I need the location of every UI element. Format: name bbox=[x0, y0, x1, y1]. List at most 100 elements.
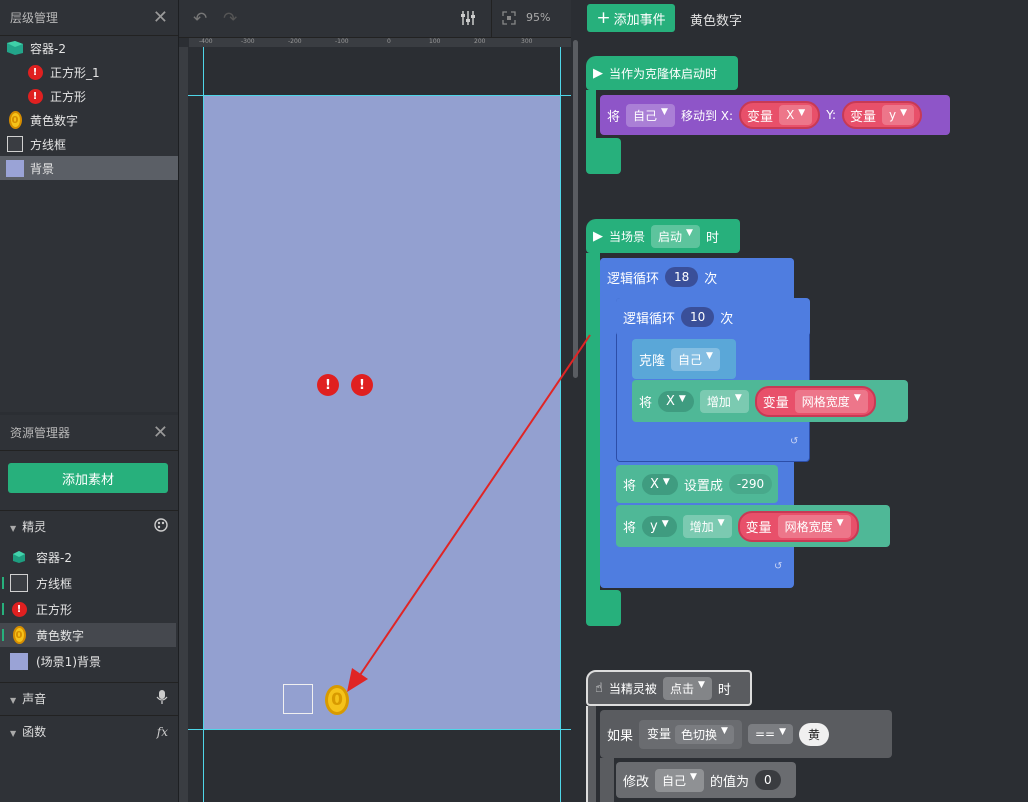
function-section[interactable]: ▼ 函数 fx bbox=[0, 715, 178, 747]
repeat-10-block[interactable]: 逻辑循环 10 次 bbox=[616, 298, 810, 336]
op-dropdown[interactable]: 增加 ▼ bbox=[682, 514, 732, 538]
layer-item-label: 容器-2 bbox=[30, 41, 66, 56]
compare-op-dropdown[interactable]: == ▼ bbox=[747, 724, 793, 744]
increase-x-block[interactable]: 将 X ▼ 增加 ▼ 变量 网格宽度 ▼ bbox=[632, 380, 908, 422]
target-dropdown[interactable]: 自己 ▼ bbox=[626, 103, 675, 127]
expand-triangle-icon: ▼ bbox=[10, 696, 17, 705]
if-block[interactable]: 如果 变量 色切换 ▼ == ▼ 黄 bbox=[600, 710, 892, 758]
add-asset-button[interactable]: 添加素材 bbox=[8, 463, 168, 493]
block-text: 变量 bbox=[647, 726, 672, 741]
dropdown-value: 网格宽度 bbox=[784, 519, 833, 534]
layer-panel-title: 层级管理 bbox=[10, 11, 59, 25]
dropdown-value: 色切换 bbox=[681, 727, 718, 742]
repeat-18-block[interactable]: 逻辑循环 18 次 bbox=[600, 258, 794, 296]
fx-icon[interactable]: fx bbox=[157, 725, 168, 739]
target-dropdown[interactable]: 自己 ▼ bbox=[655, 768, 704, 792]
sprite-clicked-hat[interactable]: ☝ 当精灵被 点击 ▼ 时 bbox=[586, 670, 752, 706]
sprite-item-container[interactable]: 容器-2 bbox=[0, 545, 176, 569]
settings-sliders-icon[interactable] bbox=[460, 10, 476, 29]
scene-event-dropdown[interactable]: 启动 ▼ bbox=[651, 224, 700, 248]
yellow-number-sprite[interactable]: 0 bbox=[325, 685, 349, 715]
var-dropdown[interactable]: X ▼ bbox=[642, 473, 678, 495]
undo-icon[interactable]: ↶ bbox=[193, 9, 207, 29]
move-to-block[interactable]: 将 自己 ▼ 移动到 X: 变量 X ▼ Y: 变量 y ▼ bbox=[600, 95, 950, 135]
sprite-item-background[interactable]: (场景1)背景 bbox=[0, 649, 176, 673]
dropdown-value: y bbox=[889, 108, 897, 122]
layer-item-square1[interactable]: ! 正方形_1 bbox=[0, 60, 178, 84]
var-dropdown[interactable]: 网格宽度 ▼ bbox=[777, 514, 851, 538]
sprite-item-label: 方线框 bbox=[36, 576, 73, 591]
clone-start-hat[interactable]: ▶ 当作为克隆体启动时 bbox=[586, 56, 738, 90]
close-icon[interactable]: ✕ bbox=[153, 423, 168, 442]
layer-item-container[interactable]: 容器-2 bbox=[0, 36, 178, 60]
dropdown-value: 自己 bbox=[662, 773, 687, 788]
op-dropdown[interactable]: 增加 ▼ bbox=[699, 389, 749, 413]
sprites-section[interactable]: ▼ 精灵 bbox=[0, 510, 178, 542]
condition-reporter[interactable]: 变量 色切换 ▼ bbox=[639, 719, 742, 749]
layer-item-square[interactable]: ! 正方形 bbox=[0, 84, 178, 108]
redo-icon[interactable]: ↷ bbox=[223, 9, 237, 29]
variable-y-reporter[interactable]: 变量 y ▼ bbox=[842, 101, 923, 129]
microphone-icon[interactable] bbox=[156, 689, 168, 708]
scene-start-hat[interactable]: ▶ 当场景 启动 ▼ 时 bbox=[586, 219, 740, 253]
block-text: 变量 bbox=[747, 109, 774, 125]
stage-background[interactable] bbox=[204, 96, 560, 729]
plus-icon: + bbox=[596, 8, 611, 28]
dropdown-value: y bbox=[650, 518, 658, 534]
block-text: 将 bbox=[623, 520, 637, 536]
block-text: Y: bbox=[826, 108, 836, 122]
add-event-label: 添加事件 bbox=[613, 12, 666, 28]
repeat-count[interactable]: 18 bbox=[665, 267, 699, 287]
set-x-block[interactable]: 将 X ▼ 设置成 -290 bbox=[616, 465, 778, 503]
var-dropdown[interactable]: X ▼ bbox=[658, 390, 694, 412]
block-text: 逻辑循环 bbox=[607, 271, 660, 287]
object-name: 黄色数字 bbox=[690, 14, 743, 29]
square-sprite[interactable]: ! bbox=[351, 374, 373, 396]
click-event-dropdown[interactable]: 点击 ▼ bbox=[662, 676, 712, 700]
ruler-tick: 0 bbox=[387, 38, 391, 45]
sound-section[interactable]: ▼ 声音 bbox=[0, 682, 178, 714]
hat-label: 当作为克隆体启动时 bbox=[609, 66, 718, 81]
coin-icon: 0 bbox=[6, 111, 24, 129]
ruler-tick: -100 bbox=[335, 38, 349, 45]
clone-block[interactable]: 克隆 自己 ▼ bbox=[632, 339, 736, 379]
expand-triangle-icon: ▼ bbox=[10, 729, 17, 738]
frame-sprite[interactable] bbox=[283, 684, 313, 714]
value-input[interactable]: 0 bbox=[754, 770, 781, 790]
block-text: 将 bbox=[623, 478, 637, 494]
container-icon bbox=[6, 39, 24, 57]
resource-panel: 资源管理器 ✕ 添加素材 ▼ 精灵 容器-2 方线框 ! 正方形 0 黄色数字 (… bbox=[0, 415, 178, 802]
ruler-tick: 200 bbox=[474, 38, 486, 45]
palette-icon[interactable] bbox=[154, 518, 168, 535]
variable-reporter[interactable]: 变量 网格宽度 ▼ bbox=[737, 510, 859, 542]
red-exclaim-icon: ! bbox=[26, 87, 44, 105]
layer-item-frame[interactable]: 方线框 bbox=[0, 132, 178, 156]
layer-item-yellow-number[interactable]: 0 黄色数字 bbox=[0, 108, 178, 132]
compare-value[interactable]: 黄 bbox=[799, 722, 830, 746]
var-dropdown[interactable]: X ▼ bbox=[779, 105, 813, 125]
fit-screen-icon[interactable] bbox=[502, 11, 516, 28]
dropdown-value: 自己 bbox=[633, 108, 658, 123]
var-dropdown[interactable]: 色切换 ▼ bbox=[675, 724, 734, 744]
sprite-item-square[interactable]: ! 正方形 bbox=[0, 597, 176, 621]
increase-y-block[interactable]: 将 y ▼ 增加 ▼ 变量 网格宽度 ▼ bbox=[616, 505, 890, 547]
var-dropdown[interactable]: y ▼ bbox=[642, 515, 677, 537]
hat-label: 当场景 bbox=[609, 229, 646, 244]
close-icon[interactable]: ✕ bbox=[153, 8, 168, 27]
variable-reporter[interactable]: 变量 网格宽度 ▼ bbox=[754, 385, 876, 417]
value-input[interactable]: -290 bbox=[728, 474, 773, 494]
add-event-button[interactable]: + 添加事件 bbox=[587, 4, 675, 32]
layer-item-background[interactable]: 背景 bbox=[0, 156, 178, 180]
sprite-item-frame[interactable]: 方线框 bbox=[0, 571, 176, 595]
variable-x-reporter[interactable]: 变量 X ▼ bbox=[739, 101, 821, 129]
hand-pointer-icon: ☝ bbox=[595, 680, 603, 696]
cube-icon bbox=[10, 548, 28, 566]
var-dropdown[interactable]: 网格宽度 ▼ bbox=[794, 389, 868, 413]
sprite-item-yellow-number[interactable]: 0 黄色数字 bbox=[0, 623, 176, 647]
clone-target-dropdown[interactable]: 自己 ▼ bbox=[671, 347, 720, 371]
var-dropdown[interactable]: y ▼ bbox=[882, 105, 915, 125]
square-1-sprite[interactable]: ! bbox=[317, 374, 339, 396]
modify-value-block[interactable]: 修改 自己 ▼ 的值为 0 bbox=[616, 762, 796, 798]
repeat-count[interactable]: 10 bbox=[681, 307, 715, 327]
expand-triangle-icon: ▼ bbox=[10, 524, 17, 533]
